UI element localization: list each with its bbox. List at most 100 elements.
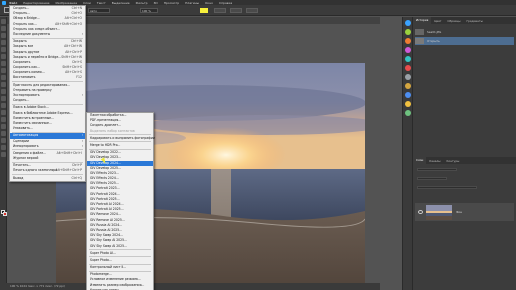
menu-plugins[interactable]: Плагины bbox=[185, 1, 199, 5]
panel-icon-strip bbox=[402, 17, 413, 290]
visibility-eye-icon[interactable] bbox=[418, 210, 423, 214]
shape-tool-icon[interactable] bbox=[1, 138, 6, 143]
file-menu-item-label: Сохранить bbox=[13, 59, 31, 64]
panel-shortcut-icon[interactable] bbox=[404, 38, 411, 44]
menu-file[interactable]: Файл bbox=[9, 1, 17, 5]
history-brush-icon[interactable] bbox=[1, 82, 6, 87]
tab-channels[interactable]: Каналы bbox=[426, 159, 443, 163]
magic-wand-icon[interactable] bbox=[1, 40, 6, 45]
history-state-open[interactable]: Открыть bbox=[415, 37, 514, 45]
panel-shortcut-icon[interactable] bbox=[404, 20, 411, 26]
path-select-icon[interactable] bbox=[1, 131, 6, 136]
menu-window[interactable]: Окно bbox=[205, 1, 213, 5]
state-icon bbox=[415, 38, 424, 44]
menu-layer[interactable]: Слои bbox=[83, 1, 91, 5]
menu-view[interactable]: Просмотр bbox=[164, 1, 179, 5]
file-menu-item-label: Создать... bbox=[13, 6, 30, 10]
history-item-label: Открыть bbox=[427, 39, 440, 43]
option-chip-3[interactable] bbox=[246, 8, 258, 13]
blend-mode-select[interactable] bbox=[417, 177, 447, 180]
file-menu-item-label: Поиск в библиотеке Adobe Express... bbox=[13, 110, 73, 115]
automation-item-label: Super Photo AI... bbox=[90, 250, 116, 255]
hand-tool-icon[interactable] bbox=[1, 145, 6, 150]
file-menu-item[interactable]: Упаковать... bbox=[10, 126, 85, 131]
panel-shortcut-icon[interactable] bbox=[404, 101, 411, 107]
automation-item-label: GIV Portrait 2025... bbox=[90, 196, 120, 201]
history-snapshot[interactable]: Sea01.JPG bbox=[415, 28, 514, 36]
layer-filter-select[interactable] bbox=[417, 168, 457, 171]
menu-help[interactable]: Справка bbox=[219, 1, 232, 5]
move-tool-icon[interactable] bbox=[1, 19, 6, 24]
dodge-tool-icon[interactable] bbox=[1, 110, 6, 115]
lasso-tool-icon[interactable] bbox=[1, 33, 6, 38]
brush-tool-icon[interactable] bbox=[1, 68, 6, 73]
menu-edit[interactable]: Редактирование bbox=[23, 1, 49, 5]
menu-filter[interactable]: Фильтр bbox=[136, 1, 148, 5]
automation-item[interactable]: Контрольный лист II... bbox=[87, 265, 153, 270]
type-tool-icon[interactable] bbox=[1, 124, 6, 129]
automation-item[interactable]: Кадрировать и выпрямить фотографии bbox=[87, 135, 155, 141]
automation-item[interactable]: GIV Sky Swap AI 2025... bbox=[87, 244, 153, 249]
file-menu-item-label: Открыть как смарт-объект... bbox=[13, 26, 61, 31]
automation-item-label: Условное изменение режима... bbox=[90, 277, 141, 282]
panel-shortcut-icon[interactable] bbox=[404, 110, 411, 116]
menu-type[interactable]: Текст bbox=[97, 1, 106, 5]
panel-shortcut-icon[interactable] bbox=[404, 29, 411, 35]
automation-item-label: GIV Portrait AI 2025... bbox=[90, 207, 124, 212]
lock-controls[interactable] bbox=[417, 186, 477, 189]
eraser-tool-icon[interactable] bbox=[1, 89, 6, 94]
file-menu-item-label: Сохранить как... bbox=[13, 65, 40, 70]
automation-item-label: Контрольный лист II... bbox=[90, 265, 127, 270]
history-panel-tabs: История Цвет Образцы Градиенты bbox=[413, 17, 516, 24]
panel-shortcut-icon[interactable] bbox=[404, 47, 411, 53]
file-menu-item-label: Открыть как... bbox=[13, 21, 37, 26]
option-chip-2[interactable] bbox=[230, 8, 242, 13]
zoom-tool-icon[interactable] bbox=[1, 152, 6, 157]
mode-select[interactable]: Авто bbox=[88, 8, 110, 13]
tab-history[interactable]: История bbox=[413, 17, 432, 24]
automation-item-label: GIV Russia AI 2025... bbox=[90, 227, 123, 232]
size-field[interactable]: 100 % bbox=[140, 8, 158, 13]
menu-select[interactable]: Выделение bbox=[112, 1, 130, 5]
option-chip-1[interactable] bbox=[214, 8, 226, 13]
tab-color[interactable]: Цвет bbox=[431, 19, 444, 23]
automation-item-label: Кадрировать и выпрямить фотографии bbox=[90, 135, 155, 140]
color-swatch[interactable] bbox=[200, 8, 208, 13]
automation-item[interactable]: Super Photo... bbox=[87, 258, 153, 263]
crop-tool-icon[interactable] bbox=[1, 47, 6, 52]
panel-shortcut-icon[interactable] bbox=[404, 83, 411, 89]
pen-tool-icon[interactable] bbox=[1, 117, 6, 122]
eyedropper-icon[interactable] bbox=[1, 54, 6, 59]
file-menu-item[interactable]: Последние документы › bbox=[10, 32, 85, 37]
tab-gradients[interactable]: Градиенты bbox=[463, 19, 485, 23]
file-menu-item-label: Восстановить bbox=[13, 75, 36, 80]
blur-tool-icon[interactable] bbox=[1, 103, 6, 108]
automation-item-label: GIV Remove 2024... bbox=[90, 212, 121, 217]
panel-shortcut-icon[interactable] bbox=[404, 74, 411, 80]
healing-brush-icon[interactable] bbox=[1, 61, 6, 66]
file-menu-item[interactable]: Печать одного экземпляра Alt+Shift+Ctrl+P bbox=[10, 168, 85, 173]
panel-shortcut-icon[interactable] bbox=[404, 92, 411, 98]
tab-swatches[interactable]: Образцы bbox=[444, 19, 463, 23]
panel-shortcut-icon[interactable] bbox=[404, 56, 411, 62]
automation-item-label: Изменить размер изображения... bbox=[90, 282, 145, 287]
file-menu-item-label: Закрыть и перейти в Bridge... bbox=[13, 54, 62, 59]
panel-shortcut-icon[interactable] bbox=[404, 65, 411, 71]
gradient-tool-icon[interactable] bbox=[1, 96, 6, 101]
file-menu-item[interactable]: Журнал версий bbox=[10, 156, 85, 161]
layer-row-background[interactable]: Фон bbox=[415, 203, 514, 221]
tab-layers[interactable]: Слои bbox=[413, 157, 427, 164]
shortcut-label: F12 bbox=[76, 75, 82, 80]
menu-image[interactable]: Изображение bbox=[55, 1, 77, 5]
tab-paths[interactable]: Контуры bbox=[444, 159, 463, 163]
file-menu-item[interactable]: Выход Ctrl+Q bbox=[10, 176, 85, 181]
automation-item[interactable]: Merge to HDR Pro... bbox=[87, 143, 153, 148]
file-menu-item[interactable]: Создать... bbox=[10, 98, 85, 103]
stamp-tool-icon[interactable] bbox=[1, 75, 6, 80]
file-menu-item[interactable]: Восстановить F12 bbox=[10, 75, 85, 80]
menu-3d[interactable]: 3D bbox=[154, 1, 158, 5]
marquee-tool-icon[interactable] bbox=[1, 26, 6, 31]
file-menu-item[interactable]: Импортировать › bbox=[10, 144, 85, 149]
automation-submenu: Пакетная обработка... PDF-презентация... С… bbox=[86, 112, 155, 290]
automation-item[interactable]: Super Photo AI... bbox=[87, 251, 153, 256]
